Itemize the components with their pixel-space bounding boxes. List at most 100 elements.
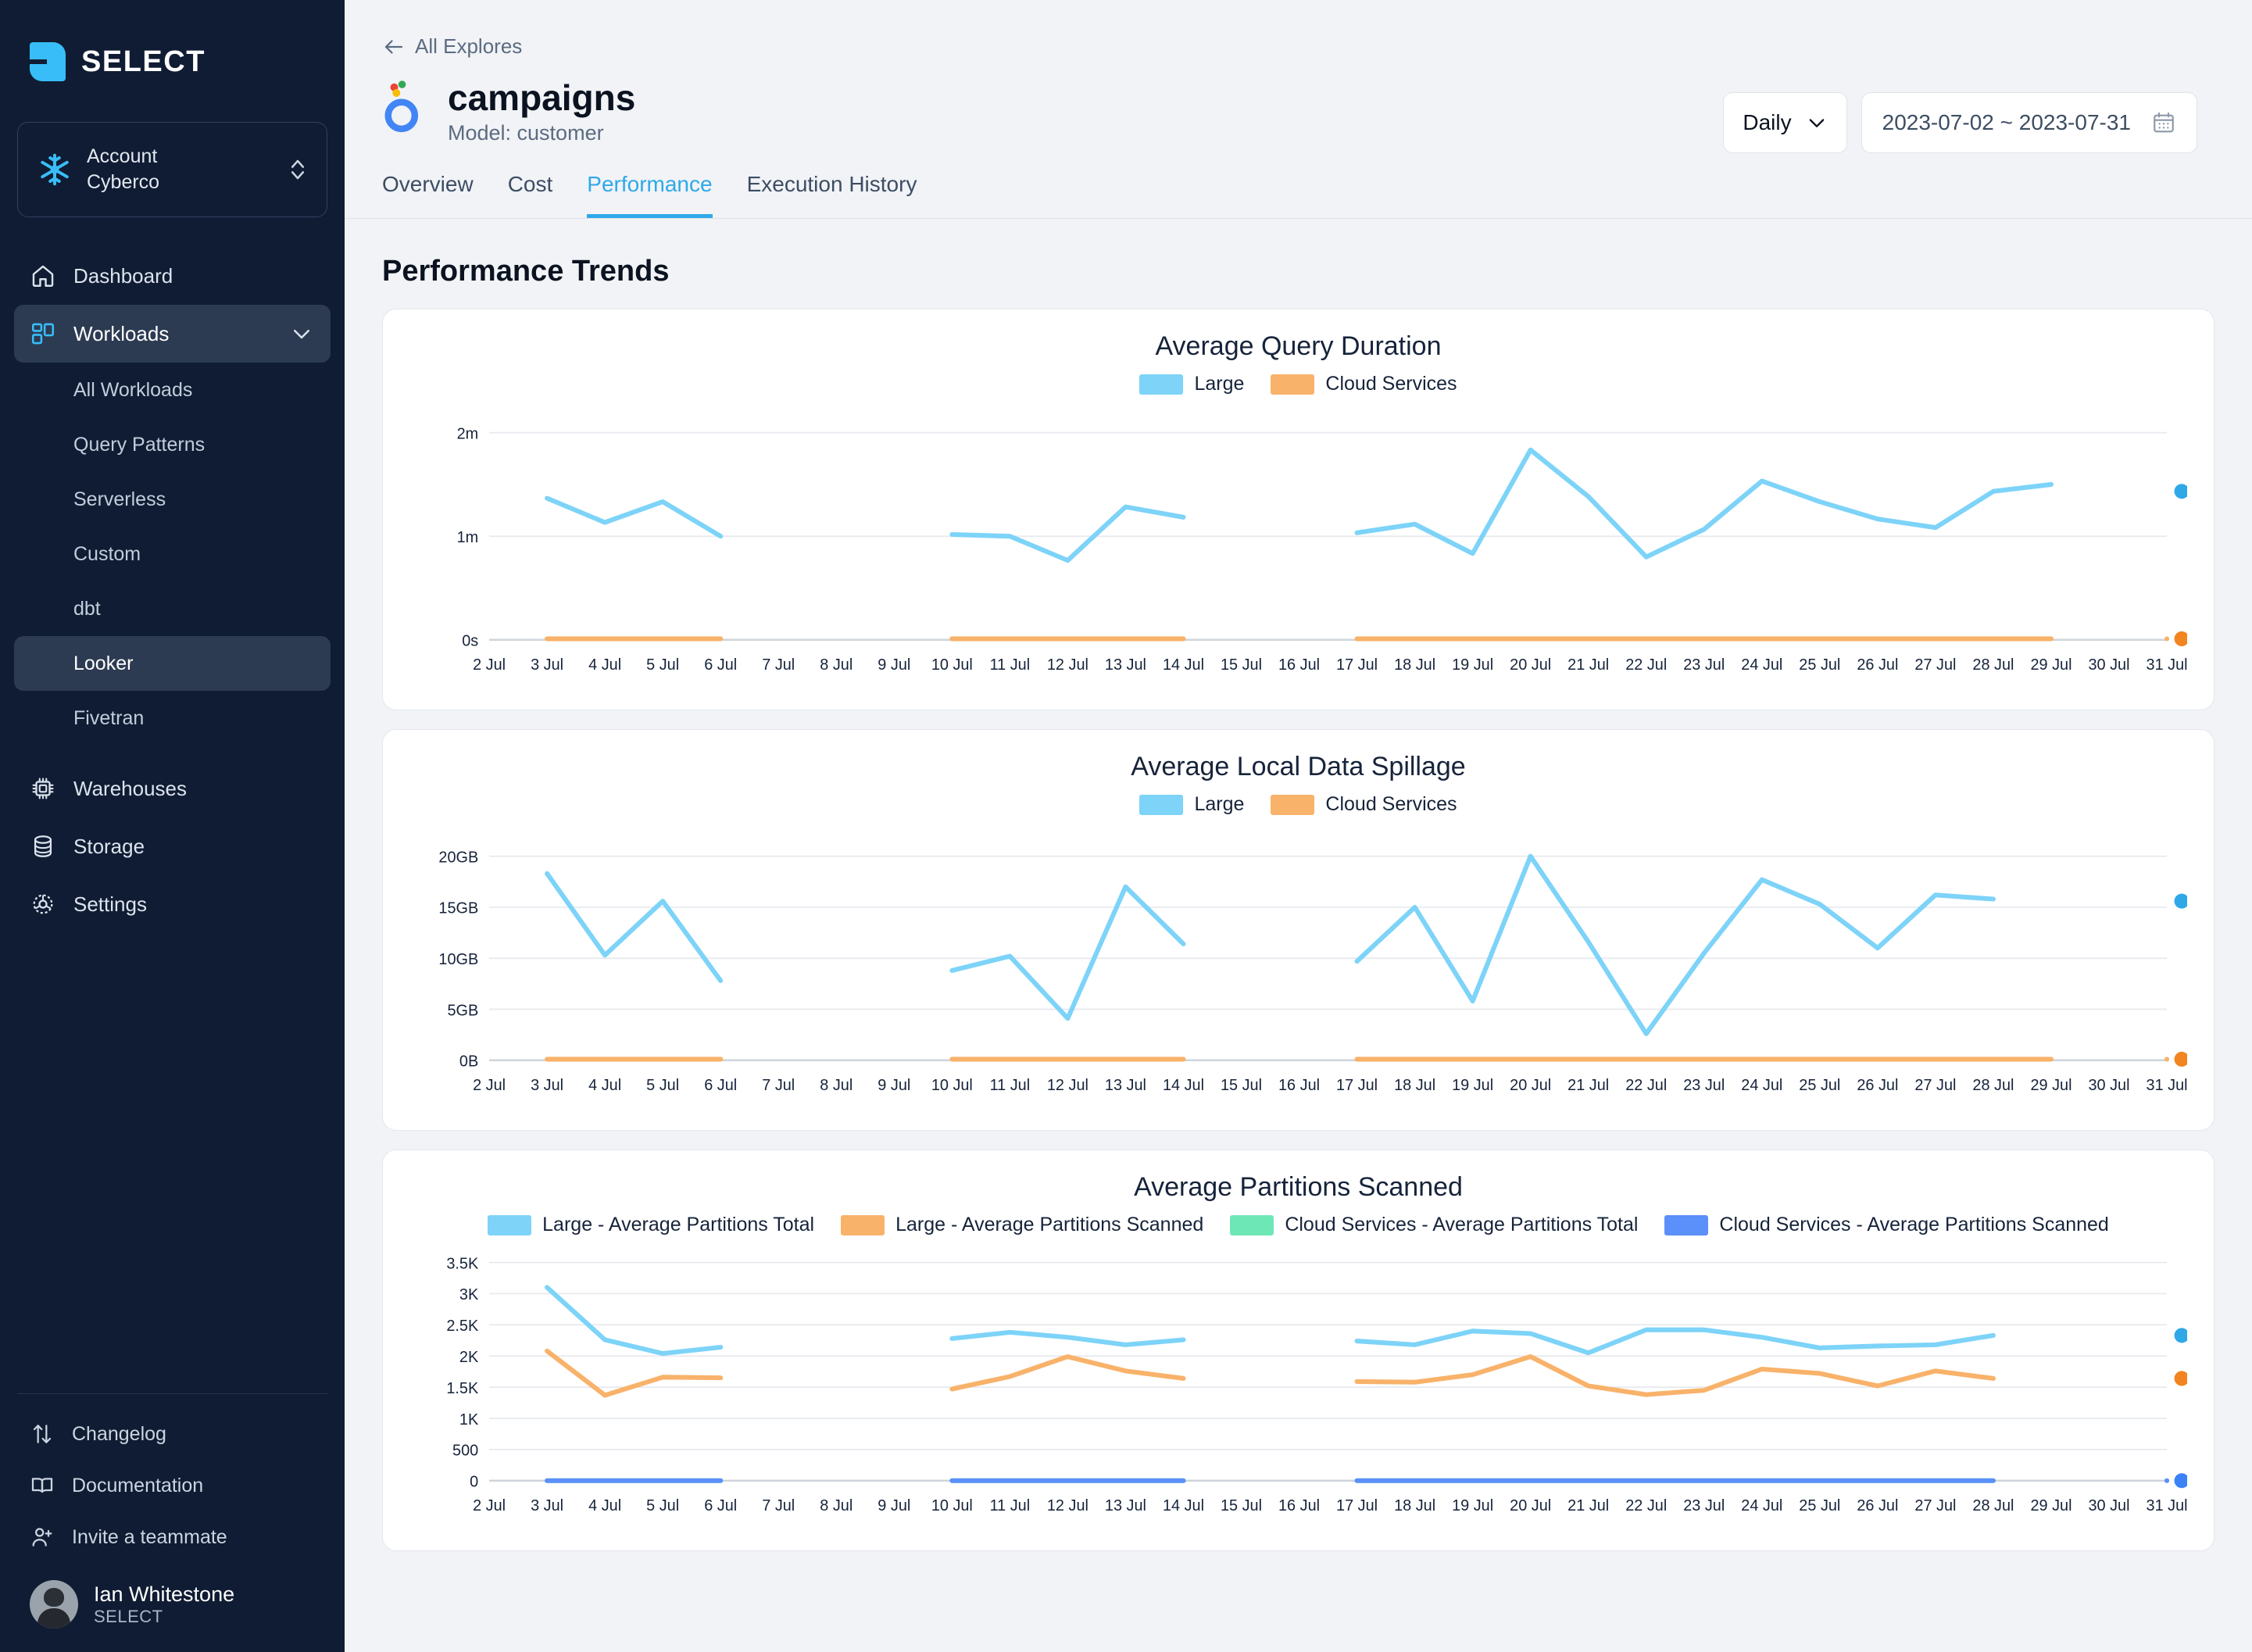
legend-item[interactable]: Cloud Services [1271,793,1457,816]
legend-swatch [841,1214,885,1235]
sidebar-item-invite-teammate[interactable]: Invite a teammate [14,1511,331,1563]
x-axis-tick-label: 19 Jul [1452,1497,1493,1514]
granularity-select[interactable]: Daily [1723,92,1847,153]
sidebar-subitem-label: Custom [73,542,141,565]
chevron-down-icon[interactable] [288,320,315,347]
legend-item[interactable]: Cloud Services - Average Partitions Tota… [1230,1214,1638,1236]
x-axis-tick-label: 5 Jul [646,1077,679,1094]
main-content: All Explores campaigns Model: customer D… [345,0,2252,1652]
chart-plot-area[interactable]: 0 500 1K 1.5K 2K 2.5K 3K 3.5K 2 Jul 3 Jul 4 Jul 5 J… [409,1244,2187,1535]
tab-bar-divider [345,218,2252,220]
x-axis-tick-label: 4 Jul [588,1497,621,1514]
x-axis-tick-label: 19 Jul [1452,656,1493,674]
sidebar-item-query-patterns[interactable]: Query Patterns [14,417,331,472]
x-axis-tick-label: 21 Jul [1567,1497,1609,1514]
y-axis-tick-label: 0B [459,1053,478,1071]
x-axis-tick-label: 2 Jul [473,1497,506,1514]
series-line [545,495,724,539]
sidebar-item-warehouses[interactable]: Warehouses [14,760,331,817]
sidebar-item-workloads[interactable]: Workloads [14,305,331,363]
sidebar-subitem-label: All Workloads [73,378,193,401]
sidebar-item-dashboard[interactable]: Dashboard [14,247,331,305]
legend-label: Cloud Services [1325,373,1457,395]
user-profile[interactable]: Ian Whitestone SELECT [0,1563,345,1632]
sidebar-item-label: Warehouses [73,776,187,800]
sidebar-item-all-workloads[interactable]: All Workloads [14,363,331,417]
legend-label: Cloud Services - Average Partitions Scan… [1719,1214,2109,1236]
x-axis-tick-label: 17 Jul [1336,1497,1378,1514]
x-axis-tick-label: 2 Jul [473,656,506,674]
sidebar-subitem-label: Fivetran [73,706,145,729]
looker-logo-icon [384,80,419,133]
sidebar-item-fivetran[interactable]: Fivetran [14,691,331,746]
series-end-marker [2174,1052,2187,1067]
x-axis-tick-label: 11 Jul [990,1497,1031,1514]
chart-plot-area[interactable]: 0s 1m 2m 2 Jul 3 Jul 4 Jul 5 Jul 6 Jul 7 Jul 8 Ju… [409,403,2187,694]
date-range-picker[interactable]: 2023-07-02 ~ 2023-07-31 [1861,92,2197,153]
account-switcher[interactable]: Account Cyberco [17,122,327,217]
legend-label: Large - Average Partitions Scanned [895,1214,1204,1236]
sidebar-item-custom[interactable]: Custom [14,527,331,581]
legend-item[interactable]: Cloud Services - Average Partitions Scan… [1664,1214,2109,1236]
tab-cost[interactable]: Cost [508,172,553,218]
chart-title: Average Partitions Scanned [1134,1172,1463,1203]
brand-logo[interactable]: SELECT [0,0,345,94]
y-axis-tick-label: 20GB [438,849,478,867]
x-axis-tick-label: 7 Jul [762,1077,795,1094]
back-link-label: All Explores [415,34,523,58]
sidebar-item-storage[interactable]: Storage [14,817,331,875]
user-plus-icon [30,1525,55,1550]
y-axis-tick-label: 10GB [438,951,478,968]
tab-overview[interactable]: Overview [382,172,474,218]
chevron-up-down-icon [291,159,305,180]
x-axis-tick-label: 12 Jul [1047,1497,1088,1514]
y-axis-tick-label: 15GB [438,900,478,917]
x-axis-tick-label: 8 Jul [820,1497,853,1514]
legend-item[interactable]: Large [1139,373,1244,395]
sidebar-item-label: Invite a teammate [72,1525,227,1548]
tab-execution-history[interactable]: Execution History [747,172,917,218]
sidebar-item-documentation[interactable]: Documentation [14,1460,331,1511]
series-line [949,1354,1186,1392]
sidebar-nav: Dashboard Workloads All Workloads Query … [0,247,345,933]
legend-item[interactable]: Large - Average Partitions Total [488,1214,814,1236]
book-icon [30,1473,55,1498]
x-axis-tick-label: 29 Jul [2030,656,2071,674]
series-end-marker [2174,1371,2187,1386]
section-title: Performance Trends [382,255,670,288]
legend-swatch [1271,374,1315,395]
sidebar-item-dbt[interactable]: dbt [14,581,331,636]
line-chart-svg: 0B 5GB 10GB 15GB 20GB 2 Jul 3 Jul 4 Jul 5 Jul 6 J… [438,849,2187,1094]
sidebar-subitem-label: Query Patterns [73,433,206,456]
legend-item[interactable]: Large [1139,793,1244,816]
header-controls: Daily 2023-07-02 ~ 2023-07-31 [1723,92,2197,153]
back-to-all-explores-link[interactable]: All Explores [382,34,2197,59]
legend-label: Large [1194,793,1245,816]
x-axis-tick-label: 18 Jul [1394,1497,1435,1514]
y-axis-tick-label: 1m [457,529,479,546]
tab-performance[interactable]: Performance [587,172,713,219]
x-axis-tick-label: 19 Jul [1452,1077,1493,1094]
brand-name: SELECT [81,45,206,78]
chart-plot-area[interactable]: 0B 5GB 10GB 15GB 20GB 2 Jul 3 Jul 4 Jul 5 Jul 6 J… [409,824,2187,1114]
calendar-icon [2154,112,2174,133]
x-axis-tick-label: 10 Jul [931,656,973,674]
sidebar-item-settings[interactable]: Settings [14,875,331,933]
x-axis-tick-label: 16 Jul [1278,656,1320,674]
chart-legend: Large Cloud Services [409,373,2187,395]
x-axis-tick-label: 15 Jul [1221,1497,1262,1514]
series-line [1354,448,2054,560]
sidebar-item-looker[interactable]: Looker [14,636,331,691]
avatar [30,1580,78,1629]
series-end-marker [2174,1473,2187,1489]
sidebar-item-changelog[interactable]: Changelog [14,1408,331,1460]
x-axis-tick-label: 13 Jul [1105,1077,1146,1094]
chart-card-local-data-spillage: Average Local Data Spillage Large Cloud S… [382,729,2214,1132]
x-axis-tick-label: 31 Jul [2147,1077,2187,1094]
legend-item[interactable]: Cloud Services [1271,373,1457,395]
legend-item[interactable]: Large - Average Partitions Scanned [841,1214,1203,1236]
series-line [1354,1354,1996,1397]
x-axis-tick-label: 11 Jul [990,656,1031,674]
sidebar-item-serverless[interactable]: Serverless [14,472,331,527]
sidebar-item-label: Workloads [73,321,170,345]
